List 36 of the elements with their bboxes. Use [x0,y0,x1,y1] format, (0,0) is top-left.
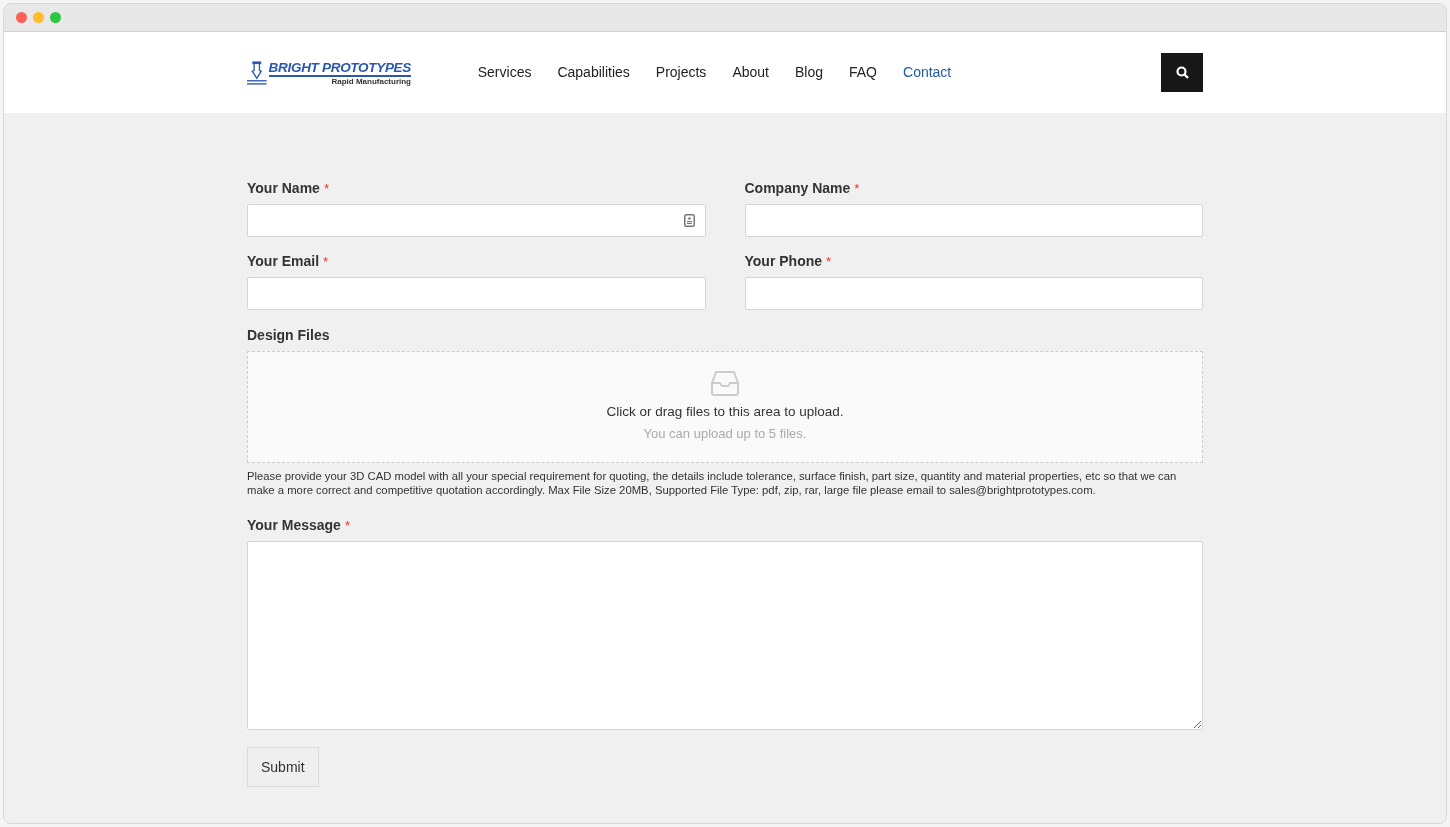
contact-card-icon [683,214,695,227]
field-label: Design Files [247,326,330,345]
logo-tagline: Rapid Manufacturing [331,76,411,87]
required-asterisk: * [323,252,329,271]
inbox-icon [711,370,739,397]
nav-link[interactable]: FAQ [849,62,877,83]
logo-name: BRIGHT PROTOTYPES [268,59,411,77]
text-input-field[interactable] [744,277,1203,310]
logo-icon [247,58,267,87]
nav-link[interactable]: Projects [655,62,707,83]
nav-link[interactable]: Contact [903,62,952,83]
required-asterisk: * [344,516,350,535]
nav-link[interactable]: Capabilities [557,62,630,83]
upload-prompt: Click or drag files to this area to upload. [606,403,844,422]
nav-link[interactable]: About [732,62,769,83]
nav-link[interactable]: Blog [794,62,823,83]
site-logo[interactable]: BRIGHT PROTOTYPES Rapid Manufacturing [247,58,411,87]
submit-button[interactable]: Submit [247,747,319,787]
required-asterisk: * [323,179,329,198]
search-icon [1175,66,1189,79]
search-button[interactable] [1161,53,1203,92]
text-input-field[interactable] [247,277,706,310]
field-label: Your Name [247,179,320,198]
field-label: Your Email [247,252,320,271]
field-label: Your Phone [744,252,823,271]
text-input-field[interactable] [744,204,1203,237]
field-label: Your Message [247,516,341,535]
required-asterisk: * [854,179,860,198]
upload-hint: You can upload up to 5 files. [643,425,807,444]
required-asterisk: * [826,252,832,271]
file-drop-zone[interactable]: Click or drag files to this area to upload. You can upload up to 5 files. [247,351,1203,463]
upload-note: Please provide your 3D CAD model with all your special requirement for quoting, the details include tolerance, surface finish, part size, quantity and material properties, etc so that we can make a more correct and competitive quotation accordingly. Max File Size 20MB, Supported File Type: pdf, zip, rar, large file please email to sales@brightprototypes.com. [247,470,1178,497]
nav-link[interactable]: Services [477,62,532,83]
message-textarea[interactable] [247,541,1203,730]
text-input-field[interactable] [247,204,706,237]
field-label: Company Name [744,179,851,198]
